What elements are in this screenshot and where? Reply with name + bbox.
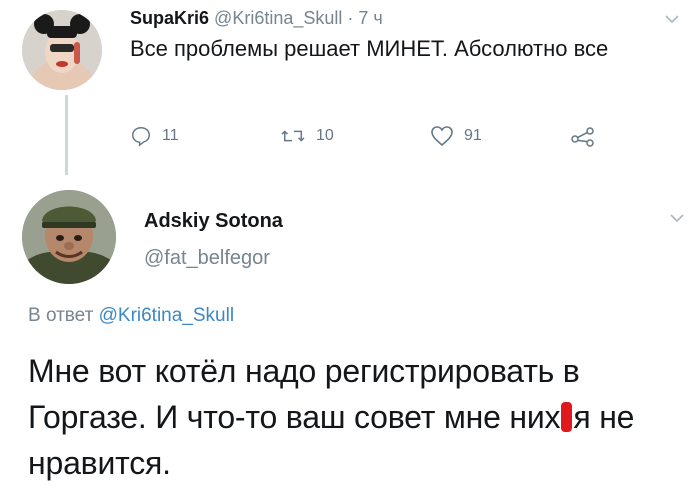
chevron-down-icon[interactable] [670, 210, 684, 228]
censor-mark [561, 402, 573, 432]
reply-author-name[interactable]: Adskiy Sotona [144, 210, 283, 233]
reply-context: В ответ @Kri6tina_Skull [28, 305, 234, 327]
tweet-text: Все проблемы решает МИНЕТ. Абсолютно все [130, 36, 609, 61]
retweet-icon [281, 130, 305, 142]
retweet-count: 10 [316, 127, 334, 144]
avatar-image [22, 10, 102, 90]
avatar-image [22, 190, 116, 284]
reply-icon [132, 127, 150, 147]
tweet-header: SupaKri6 @Kri6tina_Skull · 7 ч [130, 7, 383, 29]
author-handle[interactable]: @Kri6tina_Skull [214, 8, 342, 28]
share-button[interactable] [570, 125, 596, 147]
chevron-down-icon[interactable] [665, 11, 679, 29]
share-icon [571, 127, 594, 147]
reply-count: 11 [162, 127, 179, 144]
reply-text: Мне вот котёл надо регистрировать в Горг… [28, 348, 678, 486]
reply-to-prefix: В ответ [28, 305, 94, 326]
avatar-adskiy-sotona[interactable] [22, 190, 116, 284]
reply-button[interactable]: 11 [130, 125, 179, 147]
reply-text-part-1: Мне вот котёл надо регистрировать в Горг… [28, 353, 580, 435]
tweet-actions: 11 10 91 [130, 125, 650, 155]
like-icon [431, 126, 453, 147]
author-name[interactable]: SupaKri6 [130, 8, 209, 28]
twitter-thread: SupaKri6 @Kri6tina_Skull · 7 ч Все пробл… [0, 0, 700, 504]
like-count: 91 [464, 127, 482, 144]
like-button[interactable]: 91 [430, 125, 482, 147]
reply-author-handle[interactable]: @fat_belfegor [144, 247, 270, 270]
retweet-button[interactable]: 10 [280, 125, 334, 147]
tweet-time[interactable]: · 7 ч [347, 8, 382, 28]
thread-connector [65, 95, 68, 175]
avatar-supakri6[interactable] [22, 10, 102, 90]
reply-to-mention[interactable]: @Kri6tina_Skull [99, 305, 234, 326]
